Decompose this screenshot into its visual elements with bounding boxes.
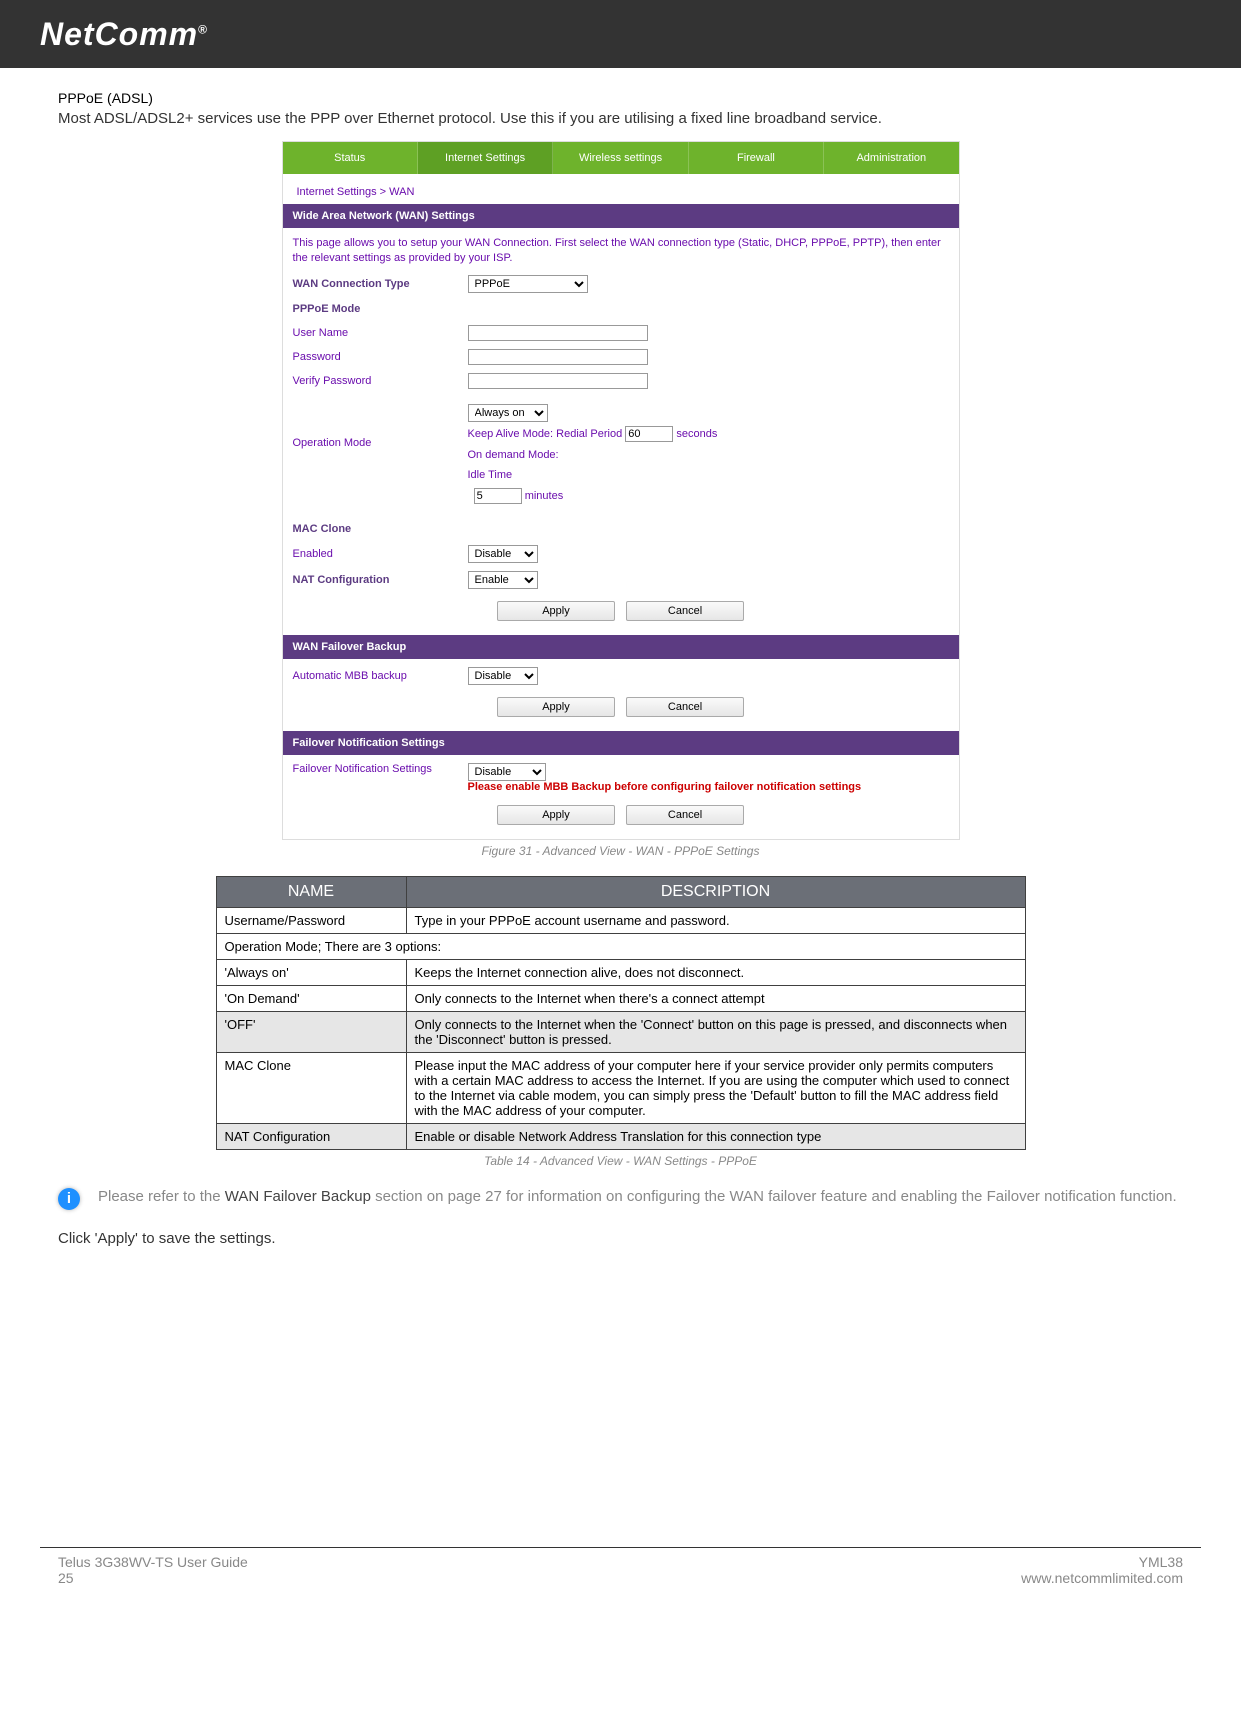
figure-caption: Figure 31 - Advanced View - WAN - PPPoE … (482, 844, 760, 858)
table-row: MAC ClonePlease input the MAC address of… (216, 1053, 1025, 1124)
tab-status[interactable]: Status (283, 142, 418, 174)
breadcrumb: Internet Settings > WAN (283, 174, 959, 204)
seconds-label: seconds (676, 428, 717, 440)
notif-header: Failover Notification Settings (283, 731, 959, 755)
opmode-select[interactable]: Always on (468, 404, 548, 422)
password-input[interactable] (468, 349, 648, 365)
th-desc: DESCRIPTION (406, 877, 1025, 908)
table-cell-name: 'OFF' (216, 1012, 406, 1053)
table-cell: Operation Mode; There are 3 options: (216, 934, 1025, 960)
notif-label: Failover Notification Settings (293, 763, 468, 775)
table-cell-name: 'On Demand' (216, 986, 406, 1012)
info-icon: i (58, 1188, 80, 1210)
operation-mode-label: Operation Mode (293, 397, 468, 449)
th-name: NAME (216, 877, 406, 908)
wan-type-select[interactable]: PPPoE (468, 275, 588, 293)
footer-code: YML38 (1021, 1554, 1183, 1570)
table-cell-name: 'Always on' (216, 960, 406, 986)
final-text: Click 'Apply' to save the settings. (58, 1230, 1183, 1247)
redial-input[interactable] (625, 426, 673, 442)
table-cell-desc: Type in your PPPoE account username and … (406, 908, 1025, 934)
table-cell-desc: Only connects to the Internet when the '… (406, 1012, 1025, 1053)
section-title: PPPoE (ADSL) (58, 90, 1183, 106)
table-cell-name: Username/Password (216, 908, 406, 934)
keep-alive-label: Keep Alive Mode: Redial Period (468, 428, 623, 440)
brand-text: NetComm (40, 16, 198, 52)
table-row: Operation Mode; There are 3 options: (216, 934, 1025, 960)
username-label: User Name (293, 327, 468, 339)
info-note: i Please refer to the WAN Failover Backu… (58, 1188, 1183, 1210)
page-footer: Telus 3G38WV-TS User Guide 25 YML38 www.… (40, 1547, 1201, 1616)
table-cell-desc: Enable or disable Network Address Transl… (406, 1124, 1025, 1150)
info-post: section on page 27 for information on co… (371, 1188, 1177, 1205)
nat-label: NAT Configuration (293, 574, 468, 586)
verify-label: Verify Password (293, 375, 468, 387)
table-cell-desc: Only connects to the Internet when there… (406, 986, 1025, 1012)
table-caption: Table 14 - Advanced View - WAN Settings … (58, 1154, 1183, 1168)
footer-url: www.netcommlimited.com (1021, 1570, 1183, 1586)
minutes-label: minutes (525, 490, 564, 502)
mac-header: MAC Clone (293, 523, 468, 535)
tab-bar: Status Internet Settings Wireless settin… (283, 142, 959, 174)
footer-guide: Telus 3G38WV-TS User Guide (58, 1554, 248, 1570)
nat-select[interactable]: Enable (468, 571, 538, 589)
table-row: NAT ConfigurationEnable or disable Netwo… (216, 1124, 1025, 1150)
failover-header: WAN Failover Backup (283, 635, 959, 659)
top-bar: NetComm® (0, 0, 1241, 68)
table-cell-name: NAT Configuration (216, 1124, 406, 1150)
idle-label: Idle Time (468, 469, 513, 481)
apply-button-1[interactable]: Apply (497, 601, 615, 621)
brand-logo: NetComm® (40, 16, 208, 53)
operation-mode-block: Always on Keep Alive Mode: Redial Period… (468, 397, 949, 513)
tab-admin[interactable]: Administration (824, 142, 958, 174)
mbb-label: Automatic MBB backup (293, 670, 468, 682)
screenshot-panel: Status Internet Settings Wireless settin… (282, 141, 960, 840)
wan-desc: This page allows you to setup your WAN C… (283, 228, 959, 271)
mbb-select[interactable]: Disable (468, 667, 538, 685)
username-input[interactable] (468, 325, 648, 341)
table-cell-desc: Please input the MAC address of your com… (406, 1053, 1025, 1124)
notif-select[interactable]: Disable (468, 763, 546, 781)
table-cell-name: MAC Clone (216, 1053, 406, 1124)
wan-type-label: WAN Connection Type (293, 278, 468, 290)
mac-enabled-label: Enabled (293, 548, 468, 560)
registered-icon: ® (198, 22, 208, 36)
tab-firewall[interactable]: Firewall (689, 142, 824, 174)
table-row: 'Always on'Keeps the Internet connection… (216, 960, 1025, 986)
notif-warn: Please enable MBB Backup before configur… (468, 781, 862, 793)
table-row: 'OFF'Only connects to the Internet when … (216, 1012, 1025, 1053)
info-strong: WAN Failover Backup (225, 1188, 371, 1205)
wan-header: Wide Area Network (WAN) Settings (283, 204, 959, 228)
pppoe-mode-label: PPPoE Mode (293, 303, 468, 315)
cancel-button-1[interactable]: Cancel (626, 601, 744, 621)
table-cell-desc: Keeps the Internet connection alive, doe… (406, 960, 1025, 986)
table-row: Username/PasswordType in your PPPoE acco… (216, 908, 1025, 934)
verify-input[interactable] (468, 373, 648, 389)
apply-button-2[interactable]: Apply (497, 697, 615, 717)
description-table: NAME DESCRIPTION Username/PasswordType i… (216, 876, 1026, 1150)
table-row: 'On Demand'Only connects to the Internet… (216, 986, 1025, 1012)
ondemand-label: On demand Mode: (468, 449, 559, 461)
info-pre: Please refer to the (98, 1188, 225, 1205)
mac-select[interactable]: Disable (468, 545, 538, 563)
cancel-button-3[interactable]: Cancel (626, 805, 744, 825)
apply-button-3[interactable]: Apply (497, 805, 615, 825)
footer-page: 25 (58, 1570, 248, 1586)
tab-wireless[interactable]: Wireless settings (553, 142, 688, 174)
cancel-button-2[interactable]: Cancel (626, 697, 744, 717)
password-label: Password (293, 351, 468, 363)
idle-input[interactable] (474, 488, 522, 504)
intro-text: Most ADSL/ADSL2+ services use the PPP ov… (58, 110, 1183, 127)
tab-internet-settings[interactable]: Internet Settings (418, 142, 553, 174)
